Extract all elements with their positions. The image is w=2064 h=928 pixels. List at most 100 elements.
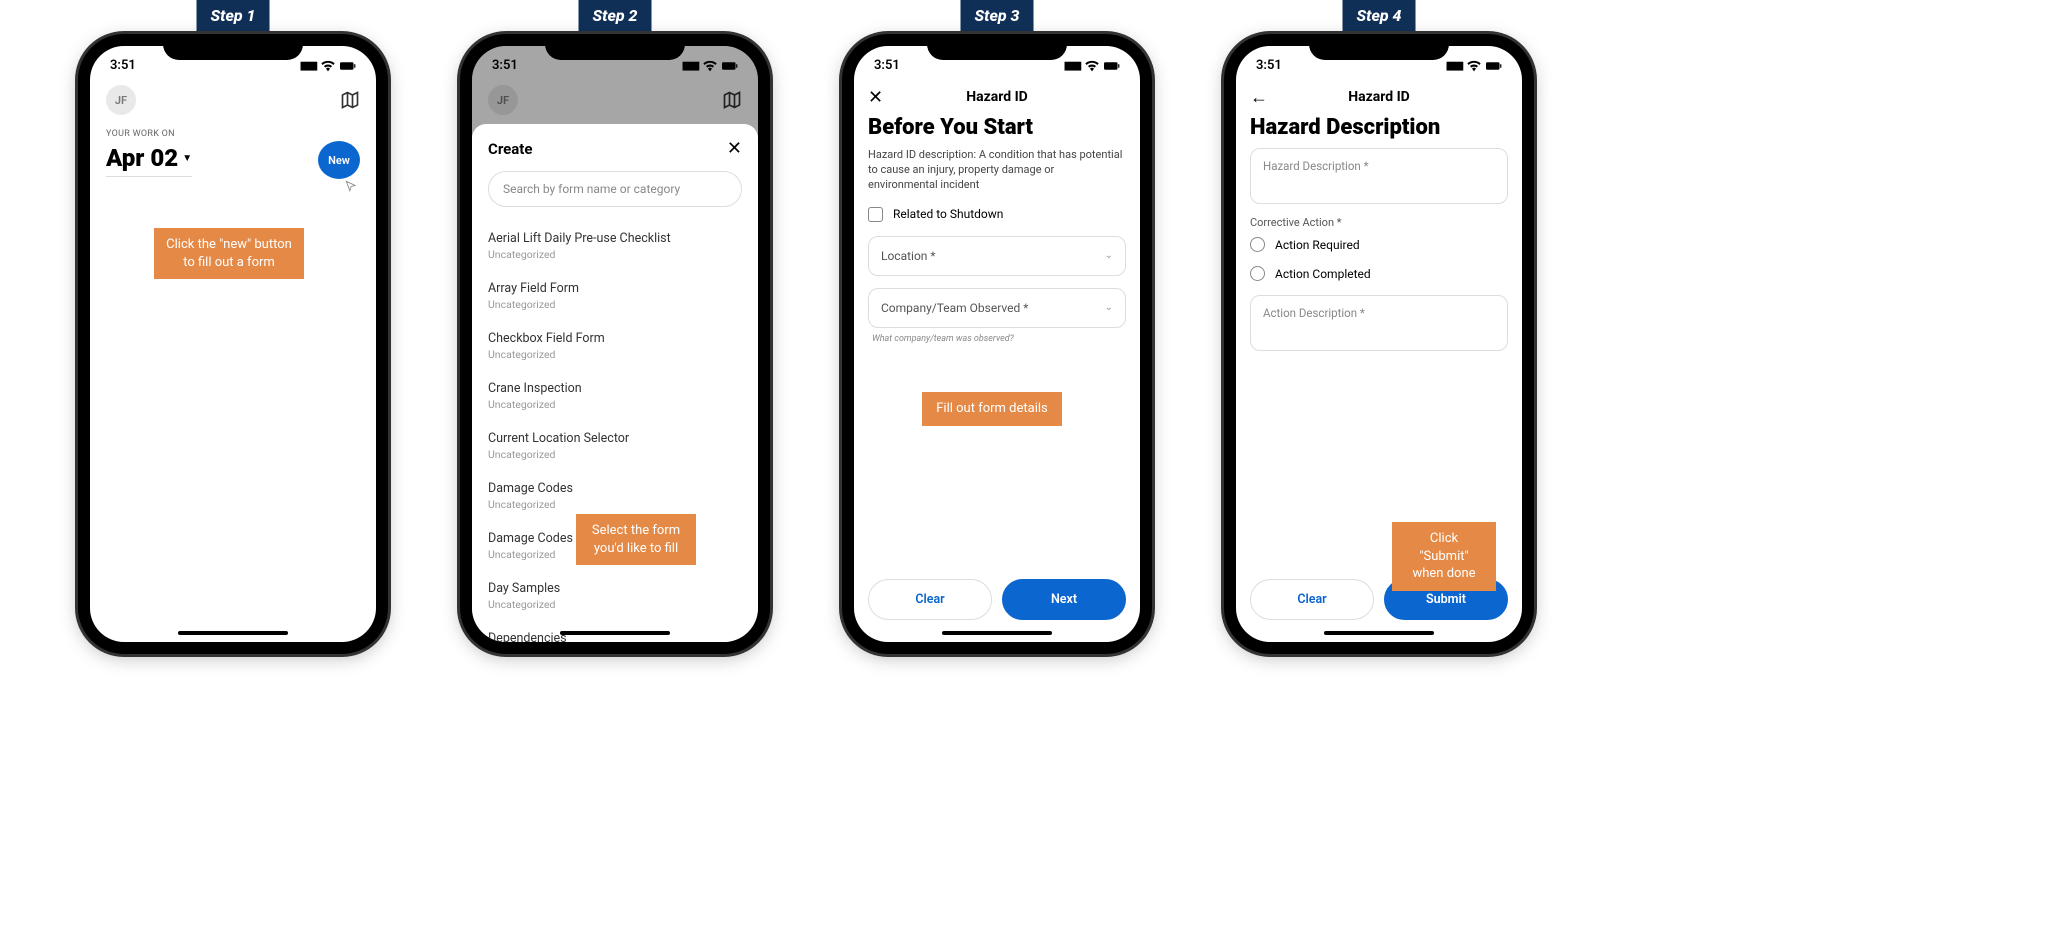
chevron-down-icon: ⌄	[1105, 250, 1113, 261]
home-indicator	[560, 631, 670, 635]
action-description-textarea[interactable]: Action Description *	[1250, 295, 1508, 351]
tutorial-canvas: Step 1 3:51 ▮▮▮▮ JF YOUR WORK ON	[0, 0, 2064, 928]
phone-frame: 3:51 ▮▮▮▮ ✕ Hazard ID Before You Start H…	[842, 34, 1152, 654]
close-icon[interactable]: ✕	[727, 138, 742, 159]
section-heading: Hazard Description	[1250, 115, 1508, 140]
page-title: Hazard ID	[1348, 89, 1410, 105]
form-name: Day Samples	[488, 581, 742, 596]
clear-button[interactable]: Clear	[1250, 579, 1374, 620]
button-row: Clear Next	[868, 579, 1126, 620]
callout-4: Click "Submit" when done	[1392, 522, 1496, 591]
form-category: Uncategorized	[488, 598, 742, 611]
field-hint: What company/team was observed?	[868, 334, 1126, 344]
back-icon[interactable]: ←	[1250, 87, 1268, 108]
header-row: ✕ Hazard ID	[854, 77, 1140, 115]
wifi-icon	[1084, 60, 1100, 72]
phone-frame: 3:51 ▮▮▮▮ JF YOUR WORK ON Apr 02 ▼	[78, 34, 388, 654]
checkbox-row[interactable]: Related to Shutdown	[868, 207, 1126, 222]
clear-button[interactable]: Clear	[868, 579, 992, 620]
hazard-description-textarea[interactable]: Hazard Description *	[1250, 148, 1508, 204]
radio-row[interactable]: Action Required	[1250, 237, 1508, 252]
close-icon[interactable]: ✕	[868, 87, 883, 108]
top-bar: JF	[90, 77, 376, 119]
phone-notch	[1309, 34, 1449, 60]
list-item[interactable]: Current Location Selector Uncategorized	[488, 421, 742, 471]
date-text: Apr 02	[106, 144, 178, 172]
header-row: ← Hazard ID	[1236, 77, 1522, 115]
form-category: Uncategorized	[488, 498, 742, 511]
callout-1: Click the "new" button to fill out a for…	[154, 228, 304, 279]
radio-label: Action Required	[1275, 238, 1360, 252]
step-2: Step 2 3:51 ▮▮▮▮ JF	[460, 14, 770, 654]
checkbox-label: Related to Shutdown	[893, 207, 1003, 221]
signal-icon: ▮▮▮▮	[1446, 59, 1462, 72]
list-item[interactable]: Array Field Form Uncategorized	[488, 271, 742, 321]
work-label: YOUR WORK ON	[90, 119, 376, 139]
sheet-header: Create ✕	[488, 138, 742, 159]
callout-2: Select the form you'd like to fill	[576, 514, 696, 565]
wifi-icon	[320, 60, 336, 72]
battery-icon	[1104, 60, 1120, 72]
form-body: Hazard Description Hazard Description * …	[1236, 115, 1522, 351]
step-badge-1: Step 1	[197, 0, 270, 31]
form-list: Aerial Lift Daily Pre-use Checklist Uncat…	[488, 221, 742, 642]
status-time: 3:51	[1256, 58, 1282, 73]
cursor-icon	[344, 179, 358, 193]
form-name: Damage Codes	[488, 481, 742, 496]
phone-notch	[545, 34, 685, 60]
step-badge-4: Step 4	[1343, 0, 1416, 31]
list-item[interactable]: Aerial Lift Daily Pre-use Checklist Uncat…	[488, 221, 742, 271]
form-name: Crane Inspection	[488, 381, 742, 396]
radio-icon	[1250, 237, 1265, 252]
chevron-down-icon: ▼	[182, 153, 192, 164]
step-3: Step 3 3:51 ▮▮▮▮ ✕ Hazard ID Before	[842, 14, 1152, 654]
form-name: Aerial Lift Daily Pre-use Checklist	[488, 231, 742, 246]
page-title: Hazard ID	[966, 89, 1028, 105]
phone-screen: 3:51 ▮▮▮▮ JF YOUR WORK ON Apr 02 ▼	[90, 46, 376, 642]
status-time: 3:51	[110, 58, 136, 73]
sheet-title: Create	[488, 140, 532, 158]
form-name: Current Location Selector	[488, 431, 742, 446]
list-item[interactable]: Checkbox Field Form Uncategorized	[488, 321, 742, 371]
step-badge-2: Step 2	[579, 0, 652, 31]
location-dropdown[interactable]: Location * ⌄	[868, 236, 1126, 276]
form-category: Uncategorized	[488, 448, 742, 461]
phone-notch	[163, 34, 303, 60]
list-item[interactable]: Crane Inspection Uncategorized	[488, 371, 742, 421]
map-icon[interactable]	[340, 90, 360, 110]
team-dropdown[interactable]: Company/Team Observed * ⌄	[868, 288, 1126, 328]
dropdown-label: Company/Team Observed *	[881, 301, 1028, 315]
step-1: Step 1 3:51 ▮▮▮▮ JF YOUR WORK ON	[78, 14, 388, 654]
description-text: Hazard ID description: A condition that …	[868, 148, 1126, 193]
dropdown-label: Location *	[881, 249, 936, 263]
step-badge-3: Step 3	[961, 0, 1034, 31]
battery-icon	[340, 60, 356, 72]
radio-label: Action Completed	[1275, 267, 1371, 281]
date-row: Apr 02 ▼ New	[90, 139, 376, 185]
form-category: Uncategorized	[488, 298, 742, 311]
radio-row[interactable]: Action Completed	[1250, 266, 1508, 281]
signal-icon: ▮▮▮▮	[1064, 59, 1080, 72]
date-selector[interactable]: Apr 02 ▼	[106, 144, 192, 177]
form-category: Uncategorized	[488, 398, 742, 411]
status-icons: ▮▮▮▮	[1446, 59, 1502, 72]
checkbox-icon	[868, 207, 883, 222]
list-item[interactable]: Day Samples Uncategorized	[488, 571, 742, 621]
search-input[interactable]: Search by form name or category	[488, 171, 742, 207]
avatar[interactable]: JF	[106, 85, 136, 115]
new-button[interactable]: New	[318, 141, 360, 179]
form-name: Checkbox Field Form	[488, 331, 742, 346]
status-icons: ▮▮▮▮	[300, 59, 356, 72]
signal-icon: ▮▮▮▮	[300, 59, 316, 72]
wifi-icon	[1466, 60, 1482, 72]
phone-notch	[927, 34, 1067, 60]
form-category: Uncategorized	[488, 348, 742, 361]
phone-screen: 3:51 ▮▮▮▮ ✕ Hazard ID Before You Start H…	[854, 46, 1140, 642]
form-body: Before You Start Hazard ID description: …	[854, 115, 1140, 344]
form-category: Uncategorized	[488, 248, 742, 261]
status-icons: ▮▮▮▮	[1064, 59, 1120, 72]
form-name: Array Field Form	[488, 281, 742, 296]
next-button[interactable]: Next	[1002, 579, 1126, 620]
field-label: Corrective Action *	[1250, 216, 1508, 229]
home-indicator	[1324, 631, 1434, 635]
